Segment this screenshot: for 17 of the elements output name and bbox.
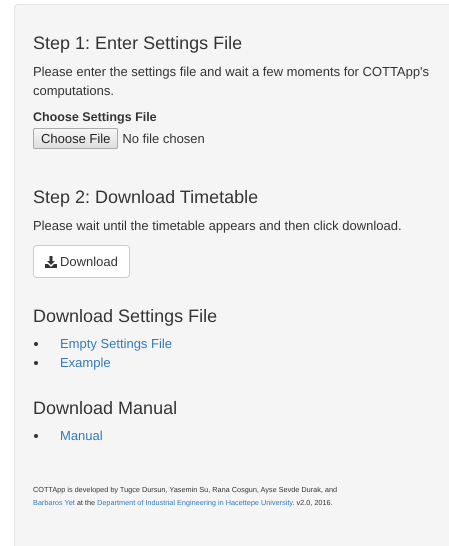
download-button[interactable]: Download xyxy=(33,245,130,278)
field-label: Choose Settings File xyxy=(33,109,158,125)
download-link[interactable]: Example xyxy=(60,355,111,370)
instruction-text: Please wait until the timetable appears and then click download. xyxy=(33,217,403,235)
section-title: Step 2: Download Timetable xyxy=(33,187,260,207)
bullet-icon xyxy=(34,342,38,346)
section-title: Step 1: Enter Settings File xyxy=(33,33,244,53)
instruction-text: Please enter the settings file and wait a few moments for COTTApp's computations. xyxy=(33,63,430,100)
download-icon xyxy=(45,256,57,268)
download-link[interactable]: Empty Settings File xyxy=(60,336,172,351)
file-status: No file chosen xyxy=(122,131,205,146)
bullet-icon xyxy=(34,434,38,438)
section-title: Download Manual xyxy=(33,398,178,418)
section-title: Download Settings File xyxy=(33,306,218,326)
bullet-icon xyxy=(34,360,38,364)
choose-file-button[interactable]: Choose File xyxy=(33,128,118,149)
download-link[interactable]: Manual xyxy=(60,428,103,443)
